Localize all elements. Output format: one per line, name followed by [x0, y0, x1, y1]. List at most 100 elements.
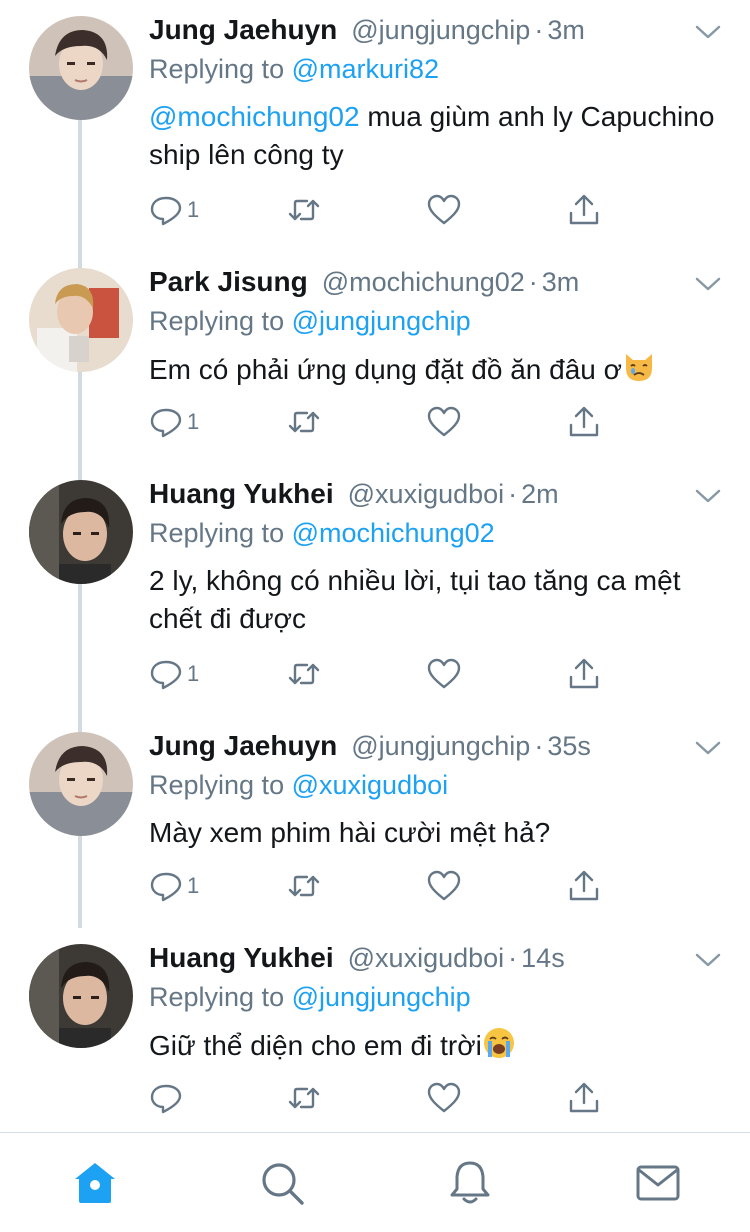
- replying-to: Replying to @xuxigudboi: [149, 770, 448, 801]
- replying-to-mention[interactable]: @mochichung02: [292, 518, 495, 548]
- replying-to-mention[interactable]: @jungjungchip: [292, 306, 471, 336]
- tweet-body: Mày xem phim hài cười mệt hả?: [149, 817, 551, 848]
- reply-button[interactable]: 1: [149, 402, 199, 442]
- display-name[interactable]: Huang Yukhei: [149, 478, 334, 510]
- tab-home[interactable]: [71, 1159, 119, 1207]
- home-icon: [75, 1163, 115, 1203]
- user-handle[interactable]: @jungjungchip: [351, 731, 530, 762]
- replying-to-mention[interactable]: @markuri82: [292, 54, 439, 84]
- chevron-down-icon[interactable]: [692, 736, 724, 760]
- loudly-crying-face-emoji: [483, 1028, 514, 1058]
- tweet-header: Park Jisung @mochichung02 · 3m: [149, 266, 579, 302]
- display-name[interactable]: Huang Yukhei: [149, 942, 334, 974]
- reply-button[interactable]: 1: [149, 190, 199, 230]
- timestamp[interactable]: 3m: [542, 267, 580, 298]
- tweet-actions: [149, 1078, 609, 1118]
- timestamp[interactable]: 35s: [547, 731, 591, 762]
- share-button[interactable]: [567, 1078, 601, 1118]
- share-icon: [569, 406, 599, 437]
- retweet-button[interactable]: [287, 654, 321, 694]
- separator-dot: ·: [508, 479, 518, 509]
- replying-prefix: Replying to: [149, 306, 285, 336]
- bottom-tab-bar: [0, 1132, 750, 1232]
- tweet[interactable]: Jung Jaehuyn @jungjungchip · 3m Replying…: [0, 0, 750, 252]
- reply-button[interactable]: 1: [149, 866, 199, 906]
- replying-to-mention[interactable]: @jungjungchip: [292, 982, 471, 1012]
- like-button[interactable]: [427, 654, 461, 694]
- avatar[interactable]: [29, 732, 133, 836]
- separator-dot: ·: [528, 267, 538, 297]
- text-mention[interactable]: @mochichung02: [149, 101, 360, 132]
- share-icon: [569, 658, 599, 689]
- reply-thread: Jung Jaehuyn @jungjungchip · 3m Replying…: [0, 0, 750, 1132]
- avatar[interactable]: [29, 480, 133, 584]
- separator-dot: ·: [508, 943, 518, 973]
- retweet-button[interactable]: [287, 866, 321, 906]
- crying-cat-emoji: [626, 354, 652, 381]
- share-button[interactable]: [567, 866, 601, 906]
- like-button[interactable]: [427, 866, 461, 906]
- tab-notifications[interactable]: [446, 1159, 494, 1207]
- tweet[interactable]: Jung Jaehuyn @jungjungchip · 35s Replyin…: [0, 716, 750, 928]
- tab-search[interactable]: [258, 1159, 306, 1207]
- user-handle[interactable]: @jungjungchip: [351, 15, 530, 46]
- notifications-bell-icon: [450, 1161, 490, 1204]
- replying-to: Replying to @mochichung02: [149, 518, 495, 549]
- reply-count: 1: [187, 409, 200, 434]
- user-handle[interactable]: @xuxigudboi: [348, 479, 505, 510]
- tweet-text: Giữ thể diện cho em đi trời: [149, 1026, 729, 1065]
- avatar[interactable]: [29, 944, 133, 1048]
- retweet-button[interactable]: [287, 402, 321, 442]
- tab-messages[interactable]: [634, 1159, 682, 1207]
- like-button[interactable]: [427, 190, 461, 230]
- reply-count: 1: [187, 873, 200, 898]
- retweet-button[interactable]: [287, 190, 321, 230]
- tweet-actions: 1: [149, 190, 609, 230]
- reply-icon: [150, 408, 182, 438]
- timestamp[interactable]: 2m: [521, 479, 559, 510]
- replying-to-mention[interactable]: @xuxigudboi: [292, 770, 449, 800]
- search-icon: [262, 1163, 304, 1205]
- tweet[interactable]: Huang Yukhei @xuxigudboi · 14s Replying …: [0, 928, 750, 1132]
- display-name[interactable]: Park Jisung: [149, 266, 308, 298]
- tweet-header: Jung Jaehuyn @jungjungchip · 3m: [149, 14, 585, 50]
- tweet-header: Jung Jaehuyn @jungjungchip · 35s: [149, 730, 591, 766]
- user-handle[interactable]: @mochichung02: [322, 267, 525, 298]
- timestamp[interactable]: 3m: [547, 15, 585, 46]
- tweet-header: Huang Yukhei @xuxigudboi · 14s: [149, 942, 565, 978]
- like-heart-icon: [427, 194, 461, 225]
- tweet-text: Em có phải ứng dụng đặt đồ ăn đâu ơ: [149, 350, 729, 389]
- thread-line: [78, 582, 82, 716]
- retweet-icon: [288, 1087, 320, 1109]
- chevron-down-icon[interactable]: [692, 20, 724, 44]
- tweet[interactable]: Park Jisung @mochichung02 · 3m Replying …: [0, 252, 750, 464]
- timestamp[interactable]: 14s: [521, 943, 565, 974]
- tweet-actions: 1: [149, 654, 609, 694]
- share-button[interactable]: [567, 190, 601, 230]
- share-button[interactable]: [567, 402, 601, 442]
- tweet-body: Em có phải ứng dụng đặt đồ ăn đâu ơ: [149, 354, 622, 385]
- share-button[interactable]: [567, 654, 601, 694]
- reply-icon: [150, 872, 182, 902]
- avatar[interactable]: [29, 16, 133, 120]
- reply-button[interactable]: 1: [149, 654, 199, 694]
- chevron-down-icon[interactable]: [692, 272, 724, 296]
- avatar[interactable]: [29, 268, 133, 372]
- thread-line: [78, 834, 82, 928]
- chevron-down-icon[interactable]: [692, 948, 724, 972]
- like-heart-icon: [427, 658, 461, 689]
- tweet[interactable]: Huang Yukhei @xuxigudboi · 2m Replying t…: [0, 464, 750, 716]
- reply-button[interactable]: [149, 1078, 187, 1118]
- replying-prefix: Replying to: [149, 982, 285, 1012]
- retweet-button[interactable]: [287, 1078, 321, 1118]
- user-handle[interactable]: @xuxigudboi: [348, 943, 505, 974]
- tweet-body: 2 ly, không có nhiều lời, tụi tao tăng c…: [149, 565, 681, 634]
- chevron-down-icon[interactable]: [692, 484, 724, 508]
- replying-prefix: Replying to: [149, 770, 285, 800]
- like-button[interactable]: [427, 1078, 461, 1118]
- display-name[interactable]: Jung Jaehuyn: [149, 14, 337, 46]
- display-name[interactable]: Jung Jaehuyn: [149, 730, 337, 762]
- replying-to: Replying to @jungjungchip: [149, 982, 471, 1013]
- like-button[interactable]: [427, 402, 461, 442]
- like-heart-icon: [427, 1082, 461, 1113]
